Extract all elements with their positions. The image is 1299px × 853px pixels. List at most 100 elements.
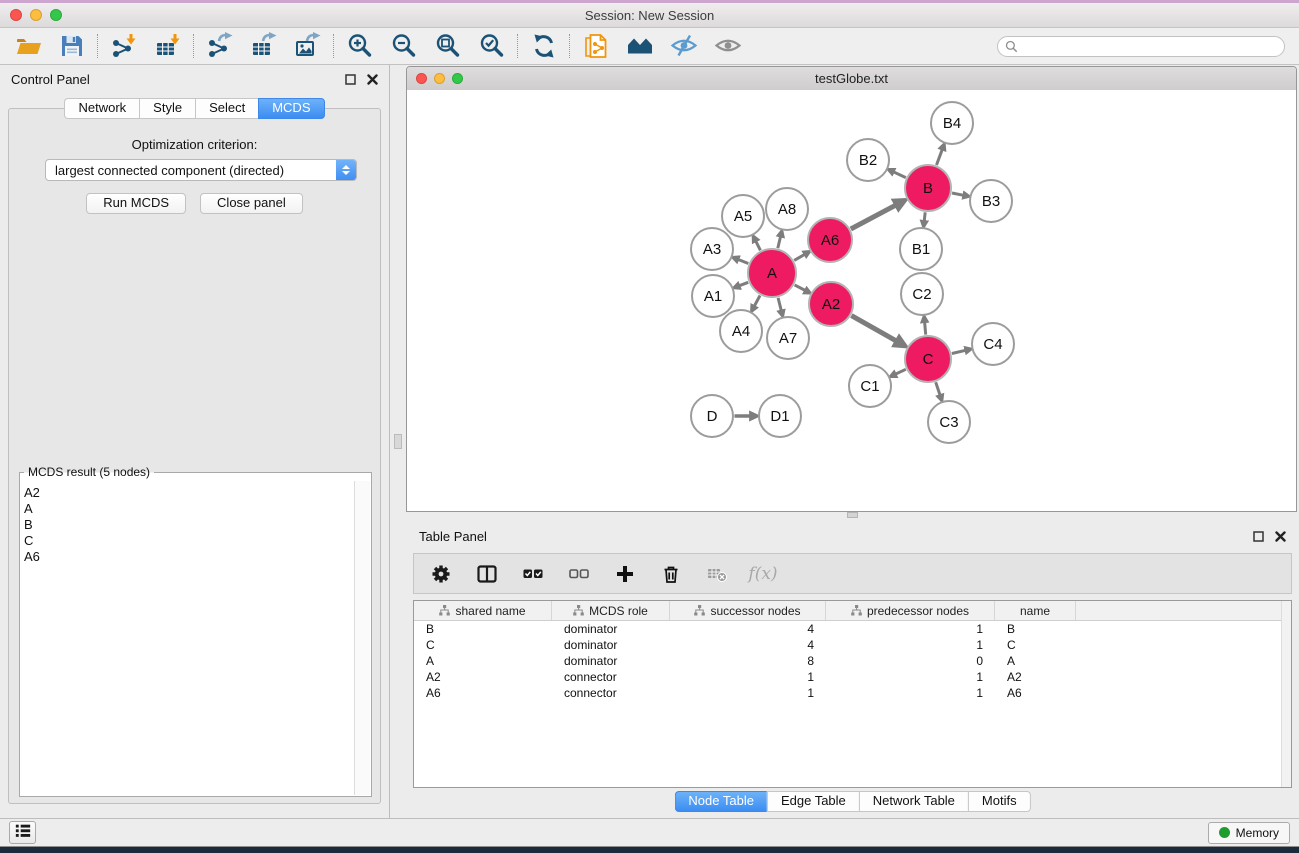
graph-node-B1[interactable]: B1 bbox=[900, 228, 942, 270]
edge-A-A8[interactable] bbox=[778, 236, 781, 248]
edge-A-A1[interactable] bbox=[739, 282, 748, 286]
edge-A-A3[interactable] bbox=[738, 259, 748, 263]
edge-C-C4[interactable] bbox=[952, 350, 966, 353]
graph-node-A7[interactable]: A7 bbox=[767, 317, 809, 359]
minimize-window-button[interactable] bbox=[30, 9, 42, 21]
export-network-icon[interactable] bbox=[206, 32, 234, 60]
close-table-panel-icon[interactable] bbox=[1275, 531, 1286, 542]
graph-node-B4[interactable]: B4 bbox=[931, 102, 973, 144]
close-window-button[interactable] bbox=[10, 9, 22, 21]
table-row[interactable]: A2connector11A2 bbox=[414, 669, 1291, 685]
criterion-select[interactable]: largest connected component (directed) bbox=[45, 159, 357, 181]
horizontal-splitter-handle[interactable] bbox=[847, 512, 858, 518]
zoom-window-button[interactable] bbox=[50, 9, 62, 21]
graph-node-C2[interactable]: C2 bbox=[901, 273, 943, 315]
column-header-successor-nodes[interactable]: successor nodes bbox=[670, 601, 826, 620]
result-scrollbar[interactable] bbox=[354, 481, 370, 795]
graph-node-A5[interactable]: A5 bbox=[722, 195, 764, 237]
graph-node-D[interactable]: D bbox=[691, 395, 733, 437]
table-row[interactable]: Adominator80A bbox=[414, 653, 1291, 669]
table-row[interactable]: Bdominator41B bbox=[414, 621, 1291, 637]
edge-A-A4[interactable] bbox=[754, 296, 760, 307]
network-document-icon[interactable] bbox=[582, 32, 610, 60]
float-panel-icon[interactable] bbox=[345, 74, 356, 85]
result-item[interactable]: A bbox=[21, 501, 355, 517]
close-panel-button[interactable]: Close panel bbox=[200, 193, 303, 214]
column-header-shared-name[interactable]: shared name bbox=[414, 601, 552, 620]
column-header-predecessor-nodes[interactable]: predecessor nodes bbox=[826, 601, 995, 620]
show-columns-icon[interactable] bbox=[474, 561, 500, 587]
tab-network[interactable]: Network bbox=[64, 98, 139, 119]
result-item[interactable]: B bbox=[21, 517, 355, 533]
table-row[interactable]: Cdominator41C bbox=[414, 637, 1291, 653]
zoom-out-icon[interactable] bbox=[390, 32, 418, 60]
import-table-icon[interactable] bbox=[154, 32, 182, 60]
vertical-splitter-handle[interactable] bbox=[394, 434, 402, 449]
edge-B-B4[interactable] bbox=[937, 149, 943, 165]
float-table-panel-icon[interactable] bbox=[1253, 531, 1264, 542]
export-table-icon[interactable] bbox=[250, 32, 278, 60]
column-header-mcds-role[interactable]: MCDS role bbox=[552, 601, 670, 620]
houses-icon[interactable] bbox=[626, 32, 654, 60]
network-zoom-button[interactable] bbox=[452, 73, 463, 84]
memory-button[interactable]: Memory bbox=[1208, 822, 1290, 844]
import-network-icon[interactable] bbox=[110, 32, 138, 60]
graph-node-A1[interactable]: A1 bbox=[692, 275, 734, 317]
graph-node-A2[interactable]: A2 bbox=[809, 282, 853, 326]
graph-node-A4[interactable]: A4 bbox=[720, 310, 762, 352]
graph-node-C3[interactable]: C3 bbox=[928, 401, 970, 443]
graph-node-C4[interactable]: C4 bbox=[972, 323, 1014, 365]
delete-column-icon[interactable] bbox=[658, 561, 684, 587]
edge-C-C2[interactable] bbox=[925, 322, 926, 335]
tab-edge-table[interactable]: Edge Table bbox=[767, 791, 859, 812]
tab-node-table[interactable]: Node Table bbox=[674, 791, 767, 812]
graph-node-A[interactable]: A bbox=[748, 249, 796, 297]
unselect-all-columns-icon[interactable] bbox=[566, 561, 592, 587]
graph-node-D1[interactable]: D1 bbox=[759, 395, 801, 437]
table-scrollbar[interactable] bbox=[1281, 601, 1291, 787]
search-input[interactable] bbox=[1023, 38, 1277, 54]
edge-A2-C[interactable] bbox=[851, 316, 896, 342]
graph-node-A8[interactable]: A8 bbox=[766, 188, 808, 230]
graph-node-C1[interactable]: C1 bbox=[849, 365, 891, 407]
hide-graphics-details-icon[interactable] bbox=[670, 32, 698, 60]
task-history-button[interactable] bbox=[9, 821, 36, 844]
edge-A-A2[interactable] bbox=[795, 285, 806, 291]
column-header-name[interactable]: name bbox=[995, 601, 1076, 620]
close-panel-icon[interactable] bbox=[367, 74, 378, 85]
edge-A6-B[interactable] bbox=[851, 205, 896, 229]
tab-style[interactable]: Style bbox=[139, 98, 195, 119]
result-item[interactable]: A2 bbox=[21, 485, 355, 501]
edge-B-B3[interactable] bbox=[952, 193, 964, 195]
window-titlebar[interactable]: Session: New Session bbox=[0, 3, 1299, 28]
save-session-icon[interactable] bbox=[58, 32, 86, 60]
run-mcds-button[interactable]: Run MCDS bbox=[86, 193, 186, 214]
refresh-icon[interactable] bbox=[530, 32, 558, 60]
edge-C-C3[interactable] bbox=[936, 382, 940, 395]
network-window-titlebar[interactable]: testGlobe.txt bbox=[407, 67, 1296, 91]
graph-node-A3[interactable]: A3 bbox=[691, 228, 733, 270]
result-item[interactable]: C bbox=[21, 533, 355, 549]
add-column-icon[interactable] bbox=[612, 561, 638, 587]
tab-motifs[interactable]: Motifs bbox=[968, 791, 1031, 812]
graph-node-A6[interactable]: A6 bbox=[808, 218, 852, 262]
graph-node-B[interactable]: B bbox=[905, 165, 951, 211]
tab-select[interactable]: Select bbox=[195, 98, 258, 119]
table-row[interactable]: A6connector11A6 bbox=[414, 685, 1291, 701]
graph-node-B2[interactable]: B2 bbox=[847, 139, 889, 181]
open-file-icon[interactable] bbox=[14, 32, 42, 60]
tab-network-table[interactable]: Network Table bbox=[859, 791, 968, 812]
network-minimize-button[interactable] bbox=[434, 73, 445, 84]
zoom-fit-icon[interactable] bbox=[434, 32, 462, 60]
edge-A-A6[interactable] bbox=[794, 254, 805, 260]
edge-A-A5[interactable] bbox=[756, 241, 761, 250]
edge-B-B2[interactable] bbox=[893, 172, 905, 178]
export-image-icon[interactable] bbox=[294, 32, 322, 60]
zoom-selected-icon[interactable] bbox=[478, 32, 506, 60]
result-item[interactable]: A6 bbox=[21, 549, 355, 565]
table-mode-gear-icon[interactable] bbox=[428, 561, 454, 587]
network-canvas[interactable]: AA6A2BCA1A3A4A5A7A8B1B2B3B4C1C2C3C4DD1 bbox=[407, 90, 1296, 511]
graph-node-C[interactable]: C bbox=[905, 336, 951, 382]
search-field[interactable] bbox=[997, 36, 1285, 57]
zoom-in-icon[interactable] bbox=[346, 32, 374, 60]
